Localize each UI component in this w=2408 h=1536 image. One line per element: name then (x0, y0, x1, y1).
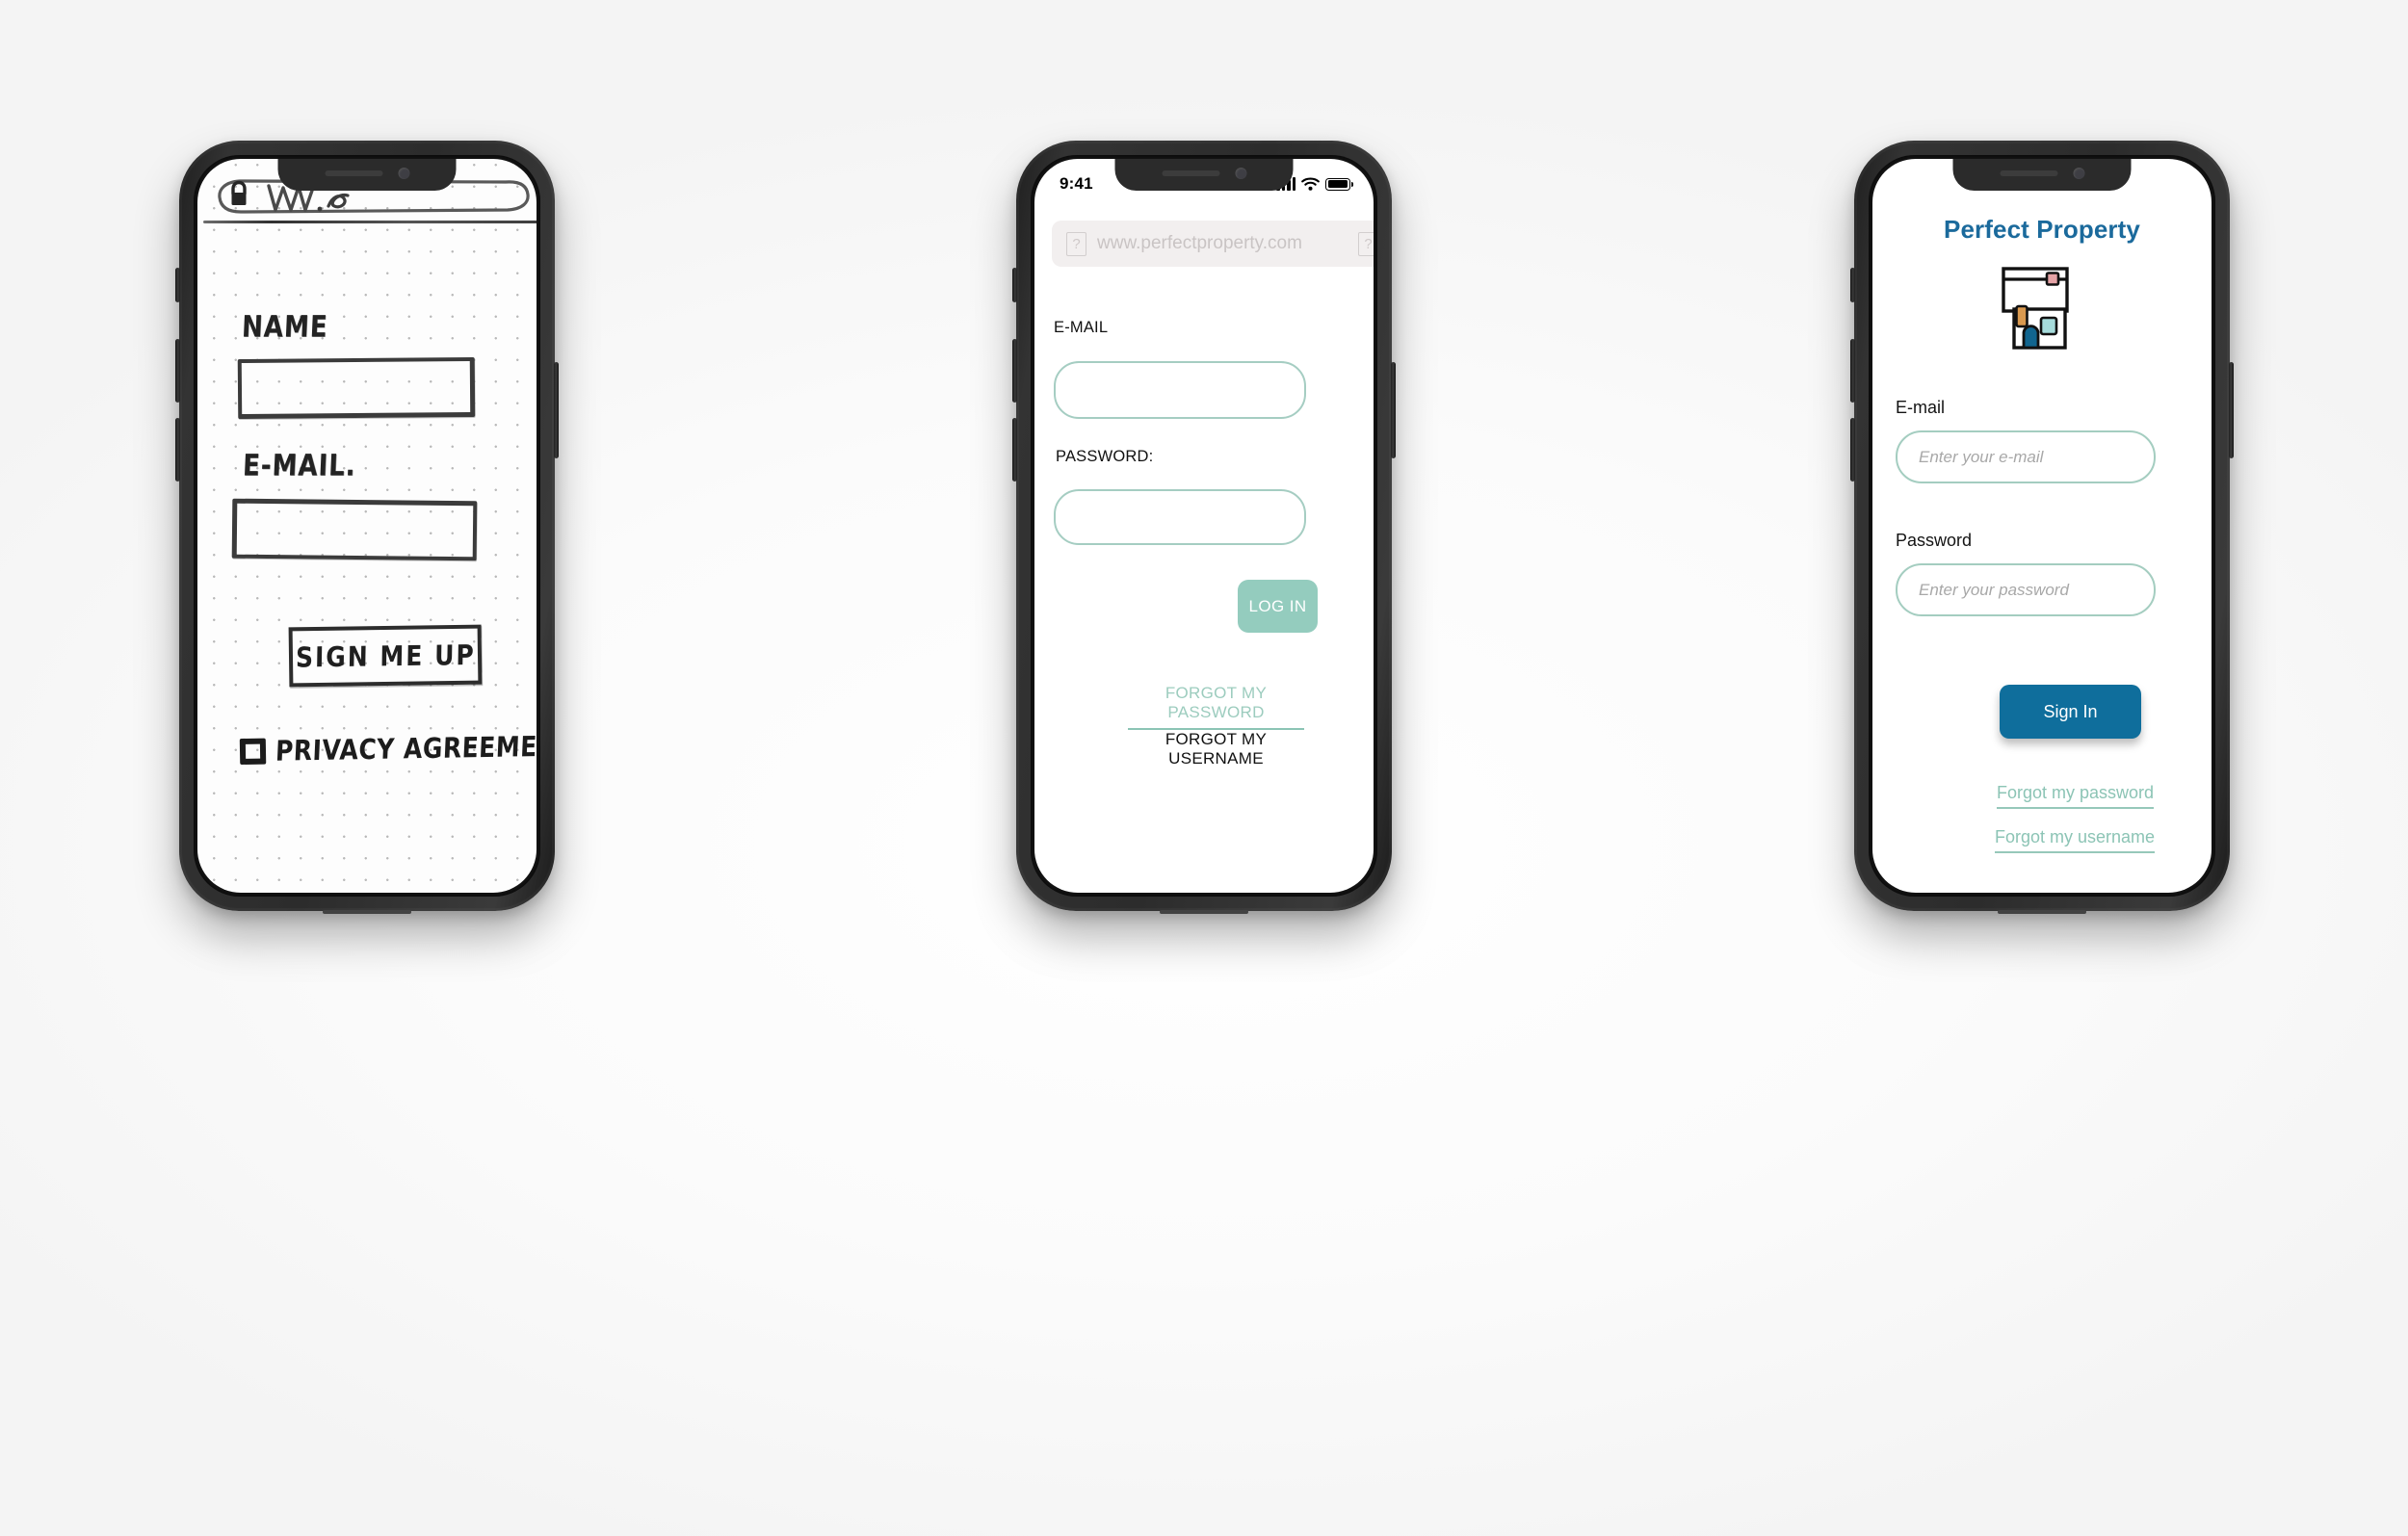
volume-down-button[interactable] (1012, 418, 1017, 482)
final-password-input[interactable]: Enter your password (1896, 563, 2156, 616)
device-bottom-port (1998, 910, 2086, 914)
volume-up-button[interactable] (1850, 339, 1855, 403)
earpiece-speaker (1162, 169, 1219, 176)
front-camera-icon (1235, 167, 1246, 179)
device-bezel: Perfect Property E-mail Enter your e-mai… (1869, 155, 2215, 897)
sketch-email-label: E-MAIL. (242, 449, 357, 483)
phone-device-mockup: 9:41 ? www.perfectproperty.com ? E-MAIL … (1012, 141, 1396, 914)
sign-in-label: Sign In (2043, 701, 2098, 721)
padlock-icon (231, 180, 247, 205)
phone-device-final: Perfect Property E-mail Enter your e-mai… (1850, 141, 2234, 914)
final-email-label: E-mail (1896, 398, 1946, 417)
mockup-email-label: E-MAIL (1054, 319, 1109, 336)
phone-device-wireframe: NAME E-MAIL. SIGN ME UP PRIVACY AGREEMEN… (175, 141, 559, 914)
device-notch (277, 159, 457, 191)
mockup-login-button[interactable]: LOG IN (1238, 580, 1318, 633)
mockup-email-input[interactable] (1054, 361, 1306, 419)
mockup-screen: 9:41 ? www.perfectproperty.com ? E-MAIL … (1034, 159, 1374, 893)
page-title: Perfect Property (1944, 215, 2140, 244)
final-password-label: Password (1896, 531, 1973, 550)
status-bar-time: 9:41 (1060, 174, 1093, 193)
mockup-password-input[interactable] (1054, 489, 1306, 545)
mockup-url-bar[interactable]: ? www.perfectproperty.com ? (1052, 221, 1374, 267)
power-button[interactable] (2229, 362, 2234, 458)
mute-switch[interactable] (1012, 268, 1017, 302)
url-bar-left-placeholder-icon[interactable]: ? (1066, 231, 1086, 256)
power-button[interactable] (1391, 362, 1396, 458)
sketch-screen: NAME E-MAIL. SIGN ME UP PRIVACY AGREEMEN… (197, 159, 537, 893)
final-forgot-password-link[interactable]: Forgot my password (1997, 783, 2155, 809)
mockup-forgot-password-link[interactable]: FORGOT MY PASSWORD (1128, 684, 1304, 730)
final-screen: Perfect Property E-mail Enter your e-mai… (1872, 159, 2212, 893)
final-email-input[interactable]: Enter your e-mail (1896, 430, 2156, 483)
front-camera-icon (398, 167, 409, 179)
house-logo-icon (1999, 263, 2085, 351)
device-bezel: 9:41 ? www.perfectproperty.com ? E-MAIL … (1031, 155, 1377, 897)
url-bar-text[interactable]: www.perfectproperty.com (1097, 233, 1358, 254)
final-email-placeholder: Enter your e-mail (1919, 447, 2044, 466)
device-notch (1952, 159, 2132, 191)
volume-up-button[interactable] (1012, 339, 1017, 403)
sketch-header-divider (203, 221, 537, 223)
mute-switch[interactable] (175, 268, 180, 302)
earpiece-speaker (2000, 169, 2057, 176)
sketch-privacy-row[interactable]: PRIVACY AGREEMENT (239, 729, 537, 768)
power-button[interactable] (554, 362, 559, 458)
sketch-name-input[interactable] (237, 356, 476, 420)
final-forgot-username-link[interactable]: Forgot my username (1995, 827, 2156, 853)
sketch-name-label: NAME (241, 310, 329, 345)
mute-switch[interactable] (1850, 268, 1855, 302)
device-bottom-port (1160, 910, 1248, 914)
device-notch (1114, 159, 1294, 191)
sign-in-button[interactable]: Sign In (2000, 685, 2141, 739)
earpiece-speaker (325, 169, 382, 176)
front-camera-icon (2073, 167, 2084, 179)
wifi-icon (1301, 177, 1320, 191)
mockup-login-label: LOG IN (1248, 596, 1307, 615)
sketch-privacy-checkbox[interactable] (239, 738, 267, 766)
volume-up-button[interactable] (175, 339, 180, 403)
volume-down-button[interactable] (1850, 418, 1855, 482)
final-password-placeholder: Enter your password (1919, 580, 2069, 599)
sketch-privacy-label: PRIVACY AGREEMENT (275, 729, 537, 768)
sketch-email-input[interactable] (231, 498, 478, 561)
screenshot-canvas: NAME E-MAIL. SIGN ME UP PRIVACY AGREEMEN… (0, 0, 2408, 1536)
mockup-password-label: PASSWORD: (1056, 448, 1154, 465)
sketch-signup-button[interactable]: SIGN ME UP (288, 624, 483, 688)
volume-down-button[interactable] (175, 418, 180, 482)
battery-icon (1325, 177, 1353, 191)
url-bar-right-placeholder-icon[interactable]: ? (1358, 231, 1374, 256)
sketch-signup-label: SIGN ME UP (295, 638, 476, 673)
device-bezel: NAME E-MAIL. SIGN ME UP PRIVACY AGREEMEN… (194, 155, 540, 897)
mockup-forgot-username-link[interactable]: FORGOT MY USERNAME (1128, 730, 1304, 768)
device-bottom-port (323, 910, 411, 914)
